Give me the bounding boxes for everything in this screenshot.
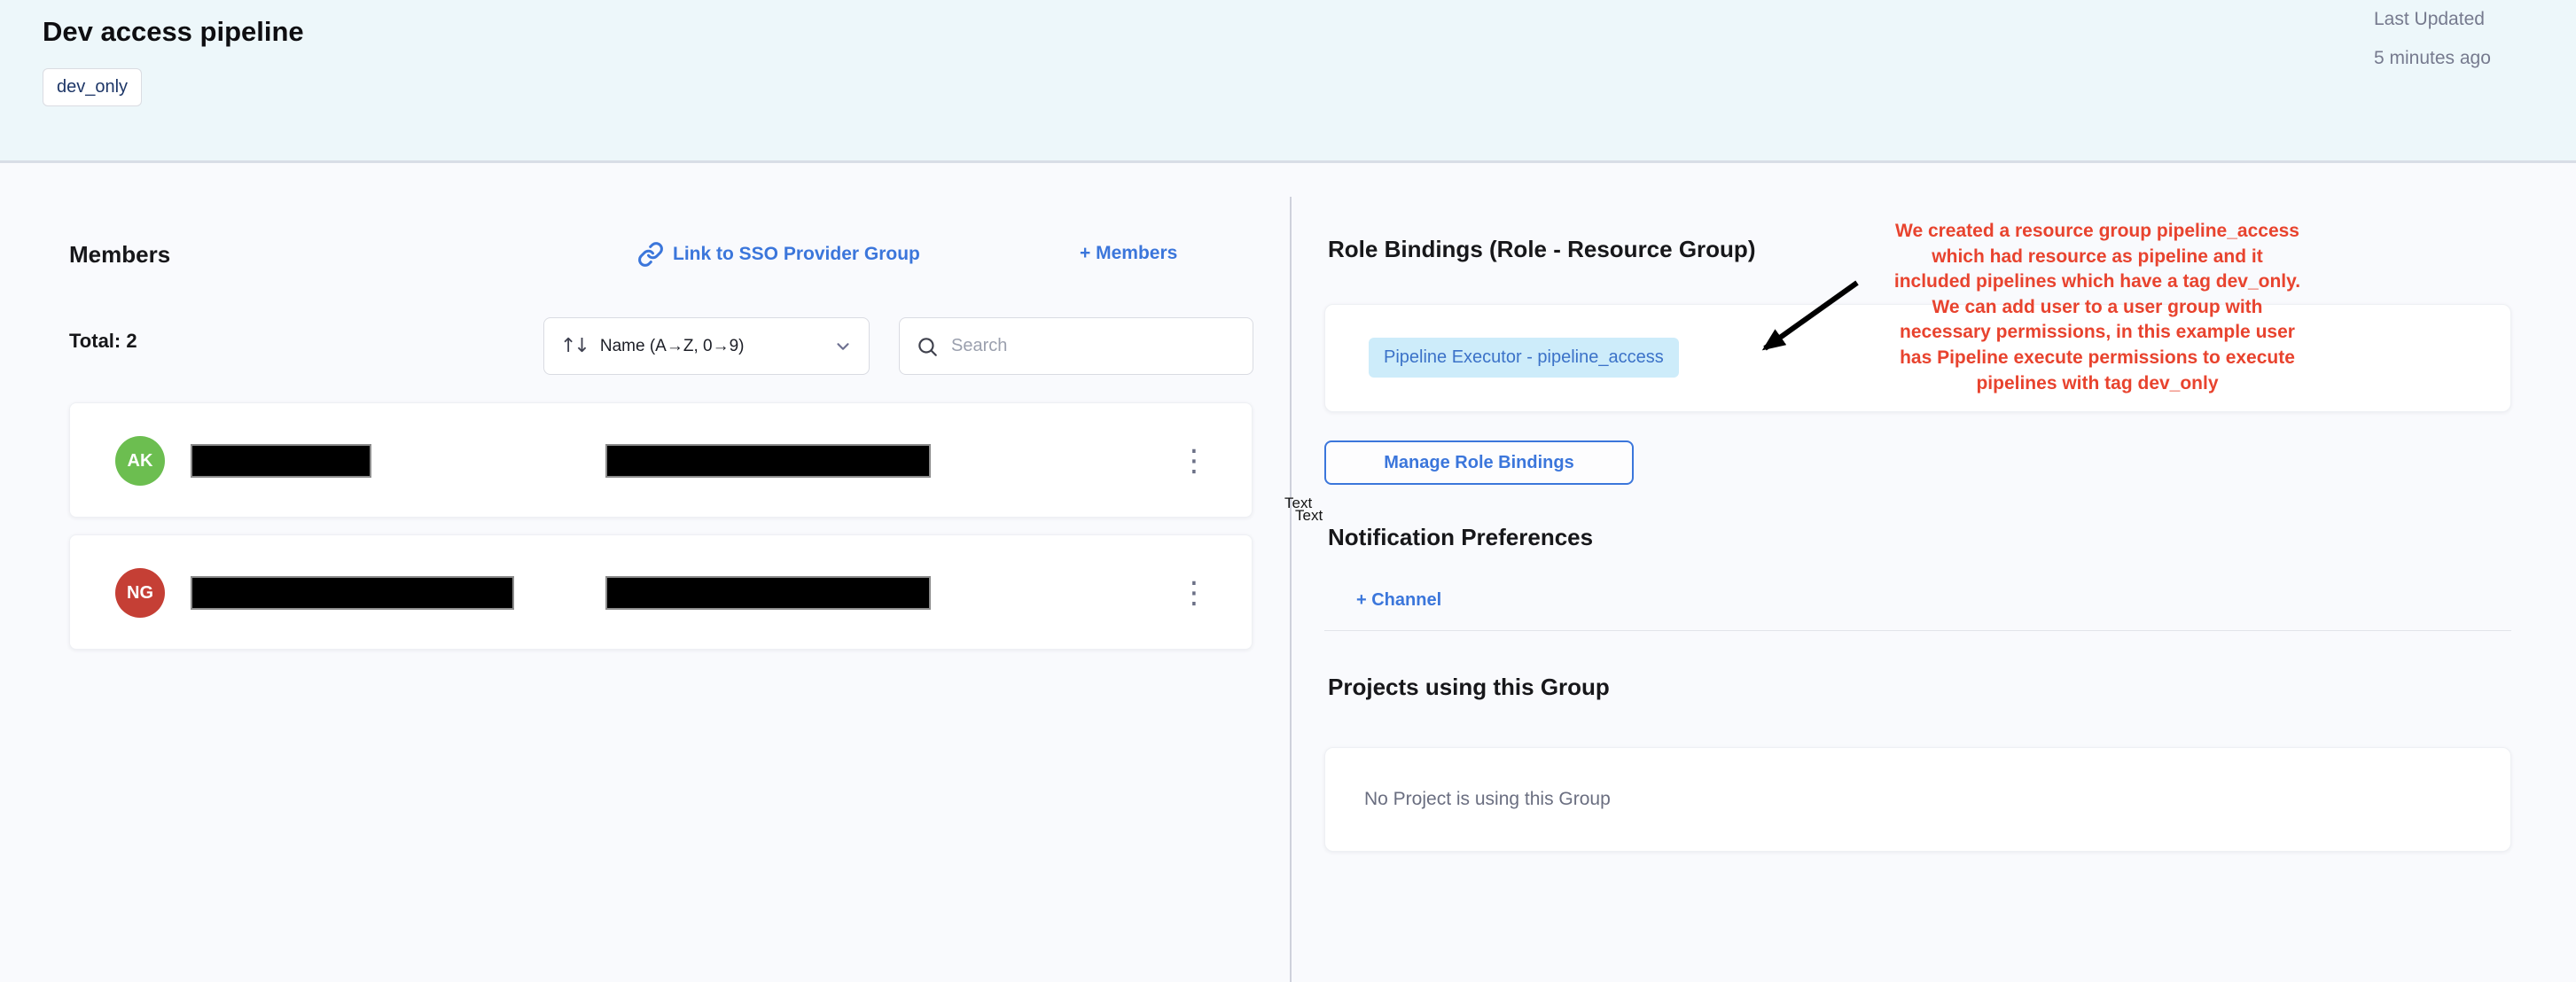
annotation-line: pipelines with tag dev_only bbox=[1849, 371, 2346, 397]
sort-selected-value: Name (A→Z, 0→9) bbox=[600, 337, 833, 356]
notification-preferences-heading: Notification Preferences bbox=[1328, 524, 1593, 551]
link-sso-provider-button[interactable]: Link to SSO Provider Group bbox=[637, 241, 920, 268]
search-input[interactable] bbox=[949, 335, 1237, 357]
members-total: Total: 2 bbox=[69, 330, 137, 353]
more-options-icon[interactable]: ⋮ bbox=[1166, 565, 1222, 621]
annotation-line: included pipelines which have a tag dev_… bbox=[1849, 269, 2346, 295]
panel-divider bbox=[1290, 197, 1292, 982]
annotation-line: which had resource as pipeline and it bbox=[1849, 245, 2346, 270]
stray-text-annotation: Text bbox=[1295, 507, 1323, 525]
last-updated-value: 5 minutes ago bbox=[2374, 39, 2569, 78]
member-row: NG ⋮ bbox=[69, 534, 1253, 650]
header-divider bbox=[0, 160, 2576, 163]
annotation-note: We created a resource group pipeline_acc… bbox=[1849, 219, 2346, 396]
annotation-line: has Pipeline execute permissions to exec… bbox=[1849, 346, 2346, 371]
search-box bbox=[899, 317, 1253, 375]
annotation-line: necessary permissions, in this example u… bbox=[1849, 320, 2346, 346]
link-sso-label: Link to SSO Provider Group bbox=[673, 244, 920, 265]
redacted-member-email bbox=[605, 444, 931, 478]
annotation-arrow bbox=[1733, 270, 1875, 363]
section-divider bbox=[1324, 630, 2511, 631]
redacted-member-name bbox=[191, 444, 371, 478]
sort-dropdown[interactable]: ↑↓ Name (A→Z, 0→9) bbox=[543, 317, 870, 375]
last-updated-label: Last Updated bbox=[2374, 0, 2569, 39]
redacted-member-name bbox=[191, 576, 514, 610]
projects-empty-message: No Project is using this Group bbox=[1364, 789, 1611, 810]
add-channel-button[interactable]: + Channel bbox=[1356, 590, 1441, 611]
user-group-detail-page: Dev access pipeline dev_only Last Update… bbox=[0, 0, 2576, 982]
avatar: AK bbox=[115, 436, 165, 486]
link-icon bbox=[637, 241, 664, 268]
members-heading: Members bbox=[69, 241, 170, 269]
annotation-line: We can add user to a user group with bbox=[1849, 295, 2346, 321]
add-members-button[interactable]: + Members bbox=[1080, 243, 1177, 264]
chevron-down-icon bbox=[833, 337, 853, 356]
page-header bbox=[0, 0, 2576, 160]
sort-arrows-icon: ↑↓ bbox=[560, 335, 588, 357]
avatar: NG bbox=[115, 568, 165, 618]
last-updated-block: Last Updated 5 minutes ago bbox=[2374, 0, 2569, 78]
manage-role-bindings-button[interactable]: Manage Role Bindings bbox=[1324, 440, 1634, 485]
projects-heading: Projects using this Group bbox=[1328, 674, 1610, 701]
redacted-member-email bbox=[605, 576, 931, 610]
role-bindings-heading: Role Bindings (Role - Resource Group) bbox=[1328, 236, 1755, 263]
role-binding-chip[interactable]: Pipeline Executor - pipeline_access bbox=[1369, 338, 1679, 378]
search-icon bbox=[916, 335, 939, 358]
more-options-icon[interactable]: ⋮ bbox=[1166, 433, 1222, 489]
annotation-line: We created a resource group pipeline_acc… bbox=[1849, 219, 2346, 245]
group-tag: dev_only bbox=[43, 68, 142, 106]
projects-card: No Project is using this Group bbox=[1324, 747, 2511, 852]
member-row: AK ⋮ bbox=[69, 402, 1253, 518]
page-title: Dev access pipeline bbox=[43, 12, 304, 51]
